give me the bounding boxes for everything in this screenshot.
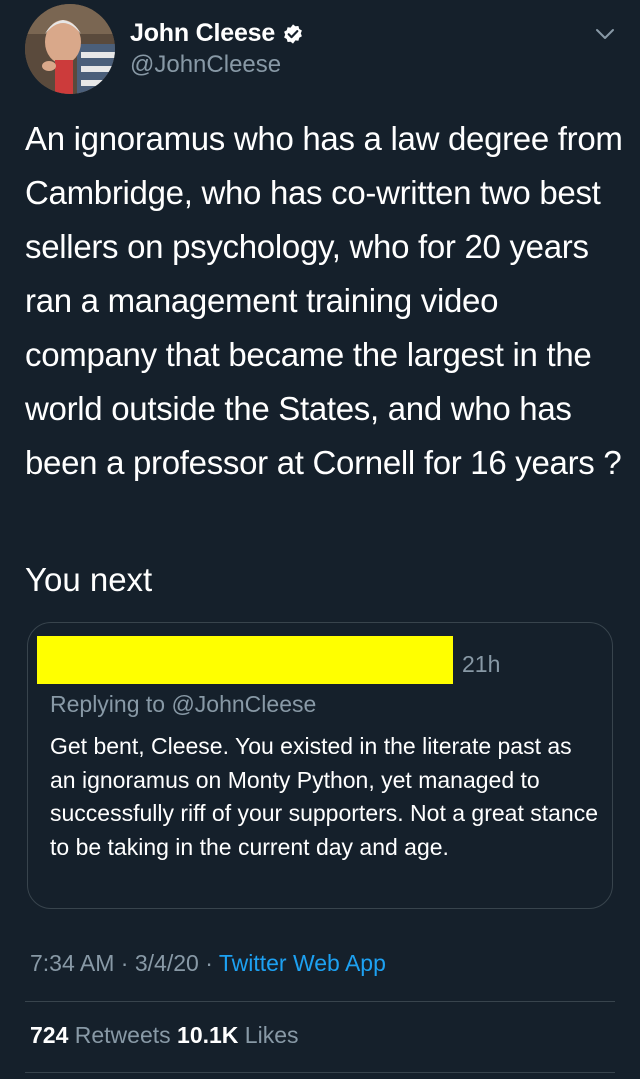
divider xyxy=(25,1001,615,1002)
author-handle[interactable]: @JohnCleese xyxy=(130,51,281,79)
likes-label: Likes xyxy=(244,1022,299,1048)
quoted-tweet-time: 21h xyxy=(462,651,501,677)
retweets-stat[interactable]: 724 Retweets xyxy=(30,1022,177,1048)
source-app-link[interactable]: Twitter Web App xyxy=(219,950,386,976)
profile-photo xyxy=(25,4,115,94)
tweet-meta: 7:34 AM · 3/4/20 · Twitter Web App xyxy=(30,950,386,977)
quoted-tweet-text: Get bent, Cleese. You existed in the lit… xyxy=(50,733,598,860)
redacted-author-bar xyxy=(37,636,453,684)
likes-stat[interactable]: 10.1K Likes xyxy=(177,1022,298,1048)
tweet-stats: 724 Retweets 10.1K Likes xyxy=(30,1022,299,1049)
retweets-count: 724 xyxy=(30,1022,69,1048)
tweet-date[interactable]: 3/4/20 xyxy=(135,950,199,976)
divider xyxy=(25,1072,615,1073)
avatar[interactable] xyxy=(25,4,115,94)
tweet-text: An ignoramus who has a law degree from C… xyxy=(25,120,623,481)
retweets-label: Retweets xyxy=(74,1022,171,1048)
verified-badge-icon xyxy=(282,23,304,45)
likes-count: 10.1K xyxy=(177,1022,239,1048)
meta-separator: · xyxy=(205,950,213,976)
display-name[interactable]: John Cleese xyxy=(130,19,275,48)
tweet-text-closing: You next xyxy=(25,561,153,598)
tweet-page: John Cleese @JohnCleese An ignoramus who… xyxy=(0,0,640,1079)
author-name-row[interactable]: John Cleese xyxy=(130,19,304,48)
replying-to-label: Replying to @JohnCleese xyxy=(50,691,317,717)
tweet-time[interactable]: 7:34 AM xyxy=(30,950,114,976)
meta-separator: · xyxy=(120,950,129,976)
chevron-down-icon[interactable] xyxy=(594,26,616,42)
quoted-tweet-card[interactable]: 21h Replying to @JohnCleese Get bent, Cl… xyxy=(27,622,613,909)
